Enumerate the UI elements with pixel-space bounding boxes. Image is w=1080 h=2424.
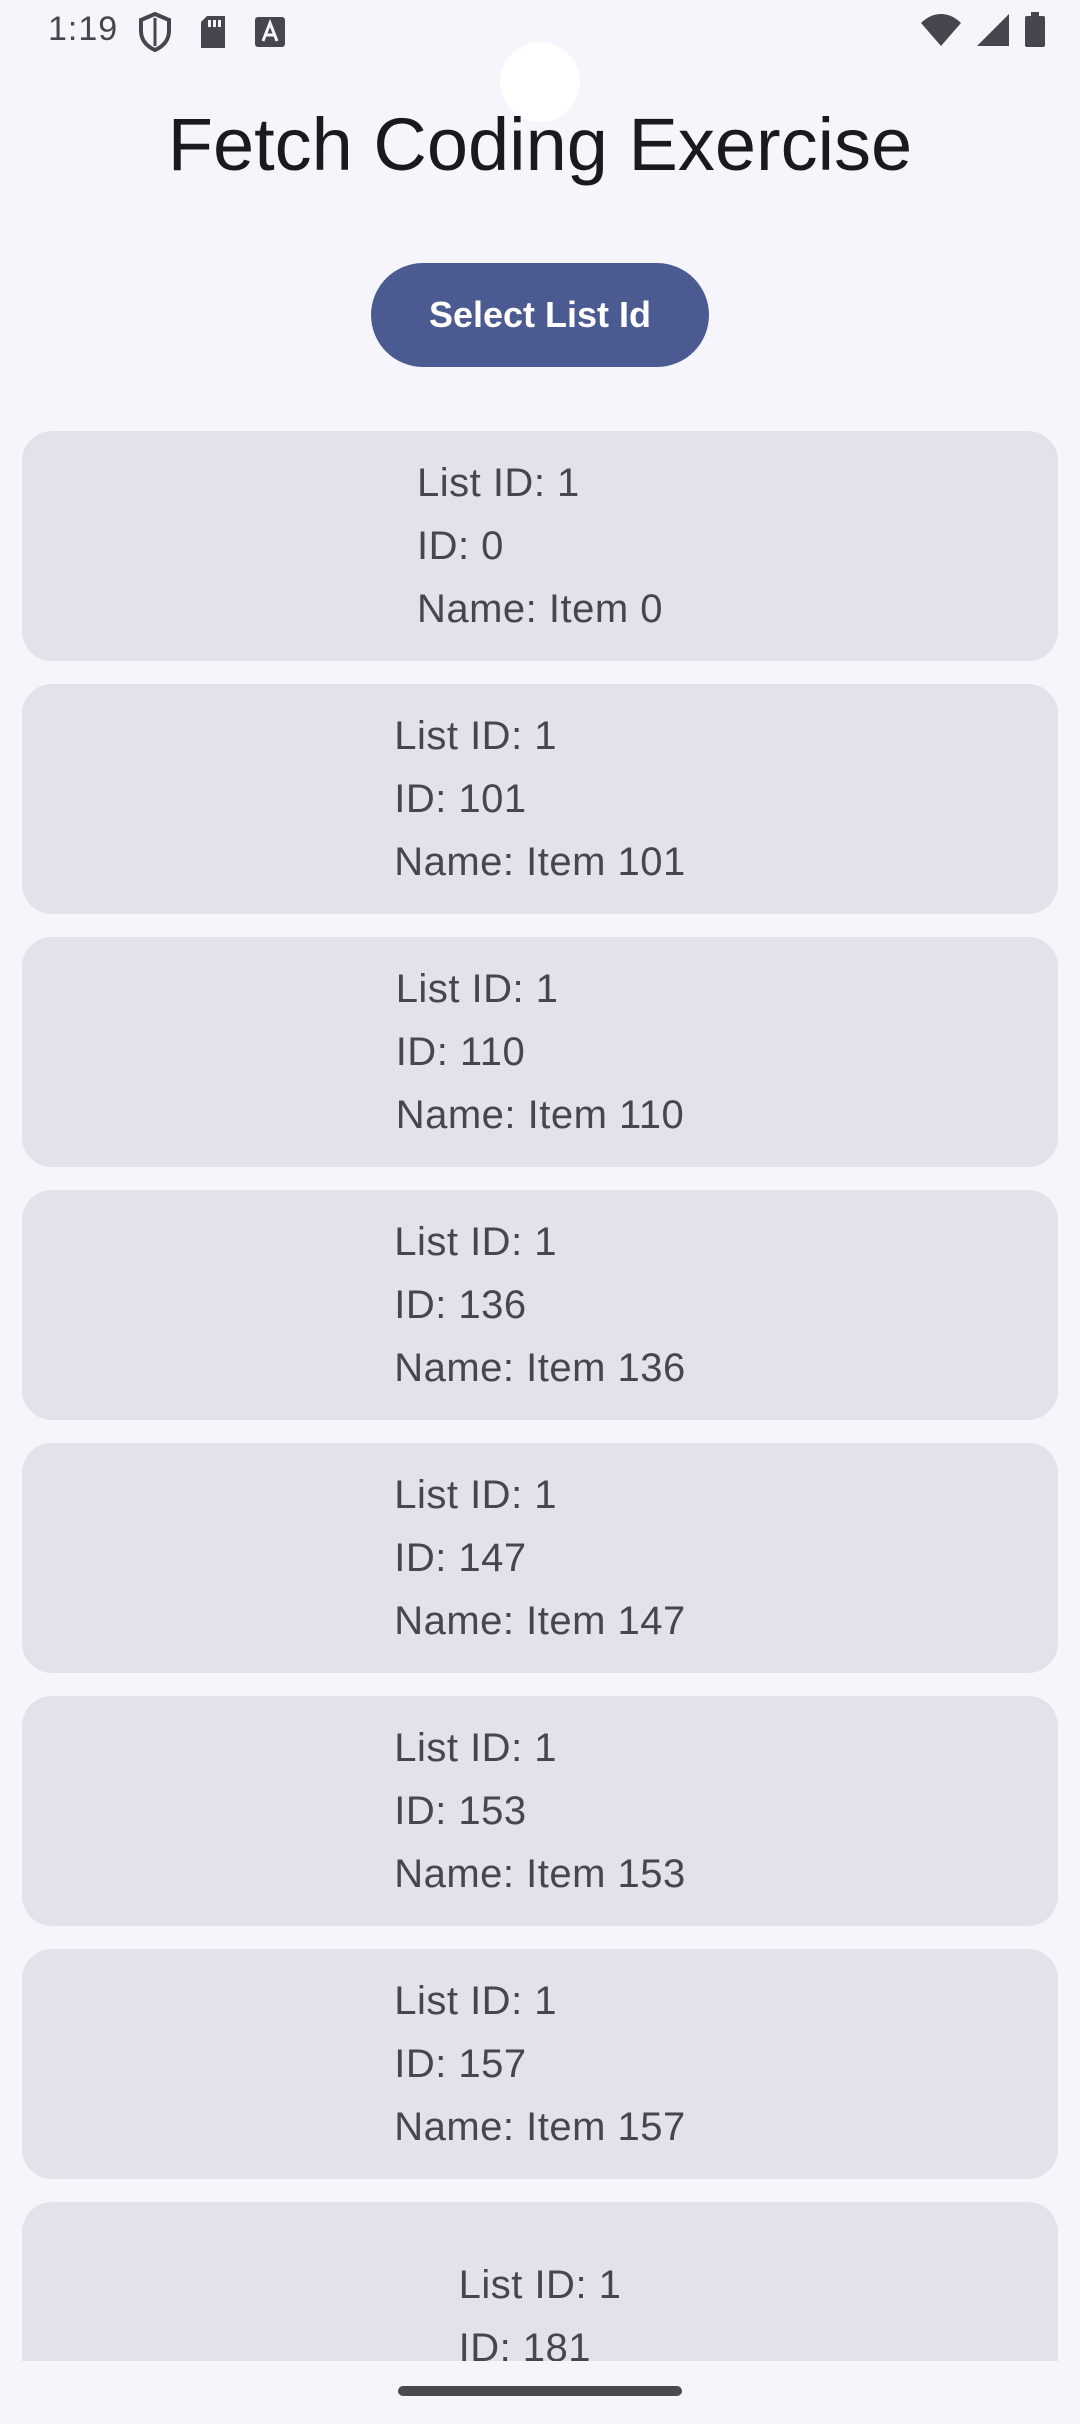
name-text: Name: Item 101 <box>394 839 686 884</box>
list-item-content: List ID: 1 ID: 181 <box>459 2254 622 2361</box>
id-text: ID: 147 <box>394 1535 527 1580</box>
font-icon <box>254 16 286 53</box>
name-text: Name: Item 136 <box>394 1345 686 1390</box>
id-text: ID: 110 <box>395 1029 526 1074</box>
id-text: ID: 0 <box>416 523 504 568</box>
list-item: List ID: 1 ID: 101 Name: Item 101 <box>22 684 1058 914</box>
list-item-content: List ID: 1 ID: 157 Name: Item 157 <box>394 1970 686 2159</box>
name-text: Name: Item 0 <box>416 586 664 631</box>
list-item-content: List ID: 1 ID: 153 Name: Item 153 <box>394 1717 686 1906</box>
list-item: List ID: 1 ID: 153 Name: Item 153 <box>22 1696 1058 1926</box>
id-text: ID: 136 <box>394 1282 527 1327</box>
status-time: 1:19 <box>48 10 119 48</box>
list-item: List ID: 1 ID: 136 Name: Item 136 <box>22 1190 1058 1420</box>
list-id-text: List ID: 1 <box>394 1472 558 1517</box>
app-screen: 1:19 Fetch Coding Exercise Select List I… <box>0 0 1080 2424</box>
battery-icon <box>1024 12 1046 53</box>
list-id-text: List ID: 1 <box>394 713 558 758</box>
id-text: ID: 157 <box>394 2041 527 2086</box>
name-text: Name: Item 153 <box>394 1851 686 1896</box>
id-text: ID: 181 <box>458 2326 592 2361</box>
list-item-content: List ID: 1 ID: 0 Name: Item 0 <box>417 452 663 641</box>
list-id-text: List ID: 1 <box>395 966 559 1011</box>
page-title: Fetch Coding Exercise <box>167 103 913 186</box>
list-id-text: List ID: 1 <box>458 2263 622 2307</box>
shield-icon <box>138 11 172 57</box>
id-text: ID: 153 <box>394 1788 527 1833</box>
id-text: ID: 101 <box>394 776 527 821</box>
signal-icon <box>976 13 1010 52</box>
list-item: List ID: 1 ID: 147 Name: Item 147 <box>22 1443 1058 1673</box>
name-text: Name: Item 147 <box>394 1598 686 1643</box>
item-list[interactable]: List ID: 1 ID: 0 Name: Item 0 List ID: 1… <box>22 431 1058 2361</box>
list-item-content: List ID: 1 ID: 101 Name: Item 101 <box>394 705 686 894</box>
status-left-icons <box>138 11 286 57</box>
name-text: Name: Item 157 <box>394 2104 686 2149</box>
list-item-content: List ID: 1 ID: 147 Name: Item 147 <box>394 1464 686 1653</box>
status-right-icons <box>920 12 1046 53</box>
sd-card-icon <box>198 14 228 55</box>
list-item: List ID: 1 ID: 110 Name: Item 110 <box>22 937 1058 1167</box>
list-item: List ID: 1 ID: 0 Name: Item 0 <box>22 431 1058 661</box>
list-id-text: List ID: 1 <box>394 1219 558 1264</box>
list-id-text: List ID: 1 <box>394 1725 558 1770</box>
select-list-id-button[interactable]: Select List Id <box>371 263 709 367</box>
list-item-content: List ID: 1 ID: 136 Name: Item 136 <box>394 1211 686 1400</box>
list-item: List ID: 1 ID: 181 <box>22 2202 1058 2361</box>
name-text: Name: Item 110 <box>395 1092 685 1137</box>
home-indicator[interactable] <box>398 2386 682 2396</box>
list-id-text: List ID: 1 <box>416 460 580 505</box>
list-item-content: List ID: 1 ID: 110 Name: Item 110 <box>396 958 685 1147</box>
list-id-text: List ID: 1 <box>394 1978 558 2023</box>
list-item: List ID: 1 ID: 157 Name: Item 157 <box>22 1949 1058 2179</box>
wifi-icon <box>920 13 962 52</box>
